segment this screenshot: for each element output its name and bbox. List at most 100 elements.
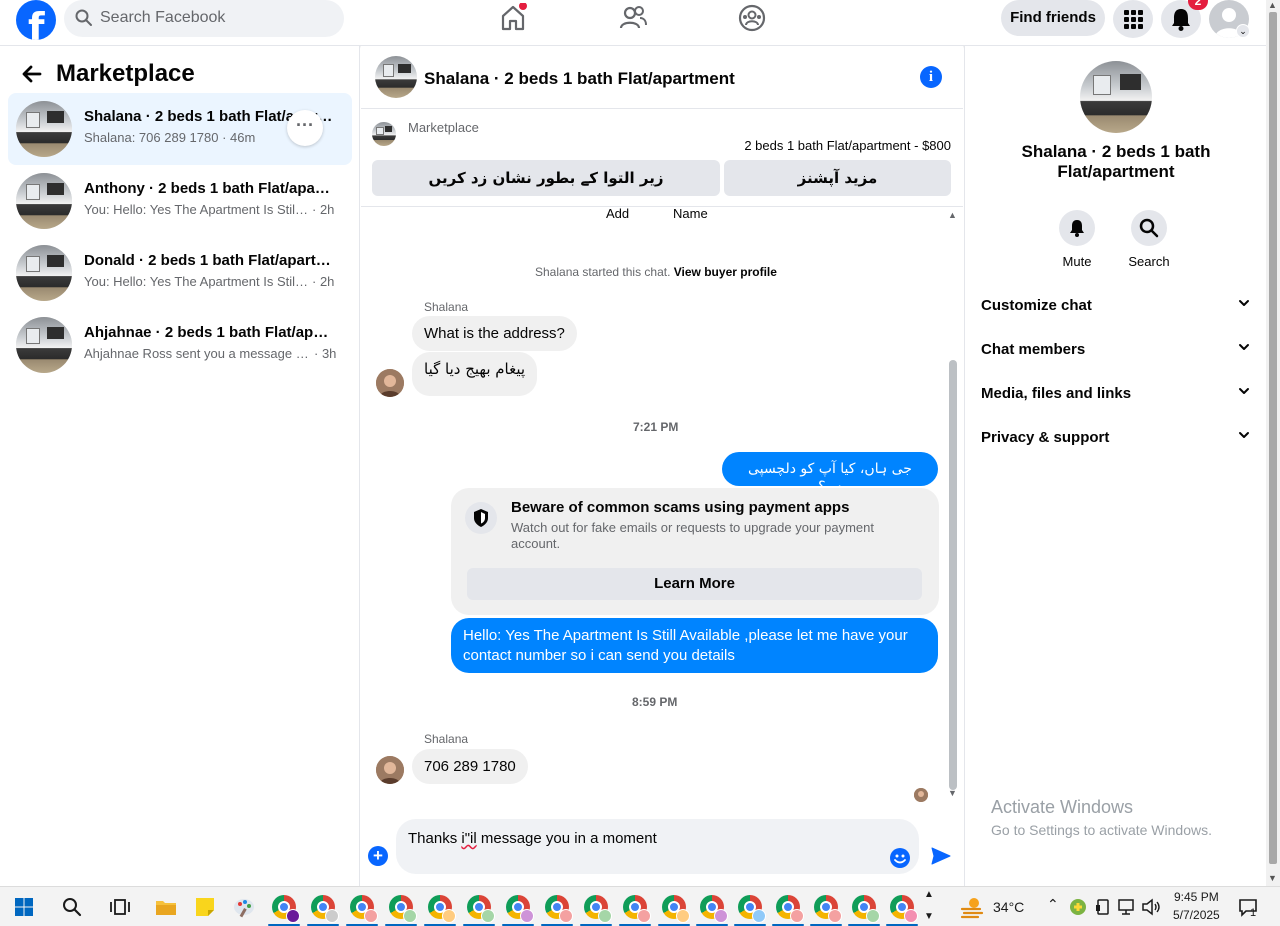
network-icon[interactable]: [1117, 898, 1137, 916]
mute-button[interactable]: Mute: [1047, 210, 1107, 269]
chat-members-section[interactable]: Chat members: [981, 328, 1251, 372]
chrome-profile-icon[interactable]: [810, 895, 842, 926]
message-input[interactable]: Thanks i"il message you in a moment: [396, 819, 919, 874]
facebook-logo[interactable]: f: [16, 0, 56, 40]
customize-chat-section[interactable]: Customize chat: [981, 284, 1251, 328]
chrome-profile-icon[interactable]: [658, 895, 690, 926]
scroll-up-arrow-icon[interactable]: ▲: [1268, 0, 1277, 10]
mark-pending-button[interactable]: زیر التوا کے بطور نشان زد کریں: [372, 160, 720, 196]
scroll-down-arrow-icon[interactable]: ▼: [1268, 873, 1277, 883]
chrome-profile-icon[interactable]: [268, 895, 300, 926]
message-input-text: Thanks i"il message you in a moment: [408, 830, 657, 847]
conversation-item[interactable]: Ahjahnae · 2 beds 1 bath Flat/apartment …: [8, 309, 352, 381]
listing-thumbnail[interactable]: [1080, 61, 1152, 133]
clock-time[interactable]: 9:45 PM: [1174, 890, 1219, 904]
chrome-profile-icon[interactable]: [734, 895, 766, 926]
taskbar-scroll-up-icon[interactable]: ▲: [924, 889, 934, 900]
back-arrow-icon[interactable]: [20, 62, 44, 93]
chat-title[interactable]: Shalana · 2 beds 1 bath Flat/apartment: [424, 69, 735, 89]
page-scrollbar[interactable]: ▲ ▼: [1266, 0, 1280, 886]
file-explorer-icon[interactable]: [154, 895, 178, 919]
listing-thumbnail[interactable]: [375, 56, 417, 98]
search-icon[interactable]: [60, 895, 84, 919]
listing-thumbnail[interactable]: [372, 122, 396, 146]
search-button[interactable]: Search: [1119, 210, 1179, 269]
find-friends-button[interactable]: Find friends: [1001, 0, 1105, 36]
sender-avatar[interactable]: [376, 756, 404, 784]
sticky-notes-icon[interactable]: [193, 895, 217, 919]
groups-icon[interactable]: [737, 3, 767, 33]
windows-start-icon[interactable]: [12, 895, 36, 919]
incoming-message[interactable]: What is the address?: [412, 316, 577, 351]
device-icon[interactable]: [1094, 898, 1112, 916]
privacy-support-section[interactable]: Privacy & support: [981, 416, 1251, 460]
weather-icon[interactable]: [960, 895, 984, 919]
scrollbar-thumb[interactable]: [949, 360, 957, 790]
listing-price: 2 beds 1 bath Flat/apartment - $800: [744, 138, 951, 153]
chrome-profile-icon[interactable]: [346, 895, 378, 926]
chrome-profile-icon[interactable]: [848, 895, 880, 926]
friends-icon[interactable]: [618, 3, 648, 33]
paint-icon[interactable]: [232, 895, 256, 919]
chrome-profile-icon[interactable]: [580, 895, 612, 926]
chrome-profile-icon[interactable]: [772, 895, 804, 926]
chrome-profile-icon[interactable]: [886, 895, 918, 926]
listing-banner: Marketplace 2 beds 1 bath Flat/apartment…: [361, 110, 963, 207]
misspelled-word[interactable]: i"il: [461, 830, 476, 847]
message-scrollbar[interactable]: ▲ ▼: [947, 208, 961, 798]
conversation-item[interactable]: Anthony · 2 beds 1 bath Flat/apartment Y…: [8, 165, 352, 237]
incoming-message[interactable]: 706 289 1780: [412, 749, 528, 784]
chrome-profile-icon[interactable]: [696, 895, 728, 926]
chevron-up-icon[interactable]: ⌃: [1047, 896, 1059, 913]
conversation-snippet: You: Hello: Yes The Apartment Is Still A…: [84, 202, 310, 217]
partial-label-name: Name: [673, 208, 708, 221]
chrome-profile-icon[interactable]: [463, 895, 495, 926]
menu-button[interactable]: [1113, 0, 1153, 38]
scroll-down-arrow-icon[interactable]: ▼: [948, 788, 957, 798]
conversation-name: Ahjahnae · 2 beds 1 bath Flat/apartment: [84, 324, 334, 341]
conversation-snippet: You: Hello: Yes The Apartment Is Still A…: [84, 274, 310, 289]
message-text-part: message you in a moment: [476, 830, 657, 847]
more-options-button[interactable]: مزید آپشنز: [724, 160, 951, 196]
time-separator: 7:21 PM: [633, 420, 679, 434]
weather-temperature[interactable]: 34°C: [993, 899, 1024, 915]
sender-avatar[interactable]: [376, 369, 404, 397]
more-options-button[interactable]: ···: [287, 110, 323, 146]
home-icon[interactable]: [498, 3, 528, 33]
taskbar-scroll-down-icon[interactable]: ▼: [924, 911, 934, 922]
time-separator: 8:59 PM: [632, 695, 678, 709]
volume-icon[interactable]: [1141, 898, 1161, 916]
chevron-down-icon[interactable]: ⌄: [1236, 24, 1250, 38]
watermark-title: Activate Windows: [991, 797, 1134, 817]
chrome-profile-icon[interactable]: [619, 895, 651, 926]
activate-windows-watermark: Activate Windows Go to Settings to activ…: [991, 797, 1212, 838]
message-text-part: Thanks: [408, 830, 462, 847]
emoji-icon[interactable]: [890, 848, 910, 868]
outgoing-message[interactable]: Hello: Yes The Apartment Is Still Availa…: [451, 618, 938, 673]
conversation-snippet: Shalana: 706 289 1780 · 46m: [84, 130, 256, 145]
chrome-profile-icon[interactable]: [541, 895, 573, 926]
conversation-item[interactable]: Shalana · 2 beds 1 bath Flat/apartment S…: [8, 93, 352, 165]
conversation-name: Donald · 2 beds 1 bath Flat/apartment: [84, 252, 334, 269]
chrome-profile-icon[interactable]: [502, 895, 534, 926]
info-icon[interactable]: i: [920, 66, 942, 88]
incoming-message[interactable]: پیغام بھیج دیا گیا: [412, 352, 538, 396]
grid-menu-icon: [1124, 10, 1143, 29]
send-icon[interactable]: [931, 846, 951, 866]
task-view-icon[interactable]: [108, 895, 132, 919]
clock-date[interactable]: 5/7/2025: [1173, 908, 1220, 922]
plus-icon[interactable]: +: [368, 846, 388, 866]
scroll-up-arrow-icon[interactable]: ▲: [948, 210, 957, 220]
vpn-icon[interactable]: [1068, 897, 1088, 917]
scam-warning-title: Beware of common scams using payment app…: [511, 499, 850, 516]
learn-more-button[interactable]: Learn More: [467, 568, 922, 600]
outgoing-message[interactable]: جی ہاں، کیا آپ کو دلچسپی ہے؟: [722, 452, 938, 495]
conversation-item[interactable]: Donald · 2 beds 1 bath Flat/apartment Yo…: [8, 237, 352, 309]
chrome-profile-icon[interactable]: [385, 895, 417, 926]
search-input[interactable]: Search Facebook: [64, 0, 344, 37]
media-files-links-section[interactable]: Media, files and links: [981, 372, 1251, 416]
chrome-profile-icon[interactable]: [307, 895, 339, 926]
view-buyer-profile-link[interactable]: View buyer profile: [674, 265, 777, 279]
scrollbar-thumb[interactable]: [1269, 12, 1277, 864]
chrome-profile-icon[interactable]: [424, 895, 456, 926]
